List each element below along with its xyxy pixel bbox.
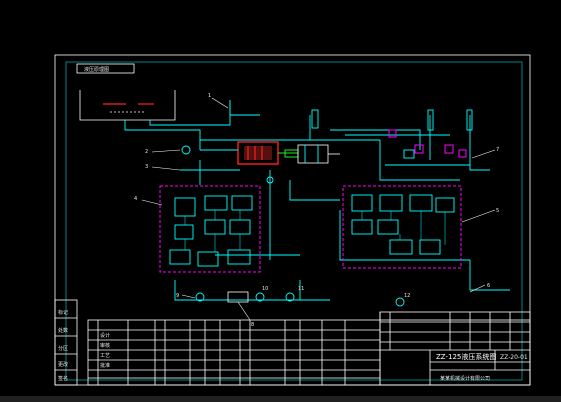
svg-text:设计: 设计 xyxy=(100,332,110,339)
callout-label: 2 xyxy=(145,149,148,155)
left-block-valves xyxy=(169,195,253,267)
top-right-valves xyxy=(311,109,473,159)
callout-label: 9 xyxy=(176,293,179,299)
callout-label: 8 xyxy=(251,322,254,328)
svg-text:更改: 更改 xyxy=(58,361,68,368)
title-block xyxy=(54,299,531,386)
callout-label: 3 xyxy=(145,164,148,170)
svg-text:标记: 标记 xyxy=(58,309,68,316)
svg-text:分区: 分区 xyxy=(58,345,68,352)
system-title: ZZ-125液压系统图 xyxy=(436,352,496,361)
callout-label: 4 xyxy=(134,196,137,202)
svg-text:审核: 审核 xyxy=(100,342,110,349)
company-name: 某某机械设计有限公司 xyxy=(440,375,490,382)
svg-text:处数: 处数 xyxy=(58,327,68,334)
callout-label: 11 xyxy=(298,286,304,292)
main-cylinder xyxy=(237,141,299,165)
left-rows: 标记 处数 分区 更改 签名 xyxy=(58,309,68,382)
svg-text:签名: 签名 xyxy=(58,375,68,382)
callout-label: 1 xyxy=(208,93,211,99)
right-block-valves xyxy=(351,194,455,255)
corner-title: 液压原理图 xyxy=(84,66,109,73)
drawing-code: ZZ-20-01 xyxy=(500,354,528,361)
callout-label: 7 xyxy=(496,147,499,153)
mid-rows: 设计 审核 工艺 批准 xyxy=(100,332,110,369)
oil-tank xyxy=(79,90,176,121)
callout-label: 6 xyxy=(487,283,490,289)
callout-label: 10 xyxy=(262,286,268,292)
sheet-outer-frame xyxy=(54,54,531,386)
callout-label: 12 xyxy=(404,293,410,299)
bottom-strip xyxy=(0,396,561,402)
callout-label: 5 xyxy=(496,208,499,214)
svg-text:批准: 批准 xyxy=(100,362,110,369)
secondary-cylinder xyxy=(297,144,340,164)
svg-text:工艺: 工艺 xyxy=(100,353,110,359)
schematic-canvas: 液压原理图 1 2 3 4 5 6 7 8 9 10 11 12 ZZ-125液… xyxy=(0,54,561,402)
